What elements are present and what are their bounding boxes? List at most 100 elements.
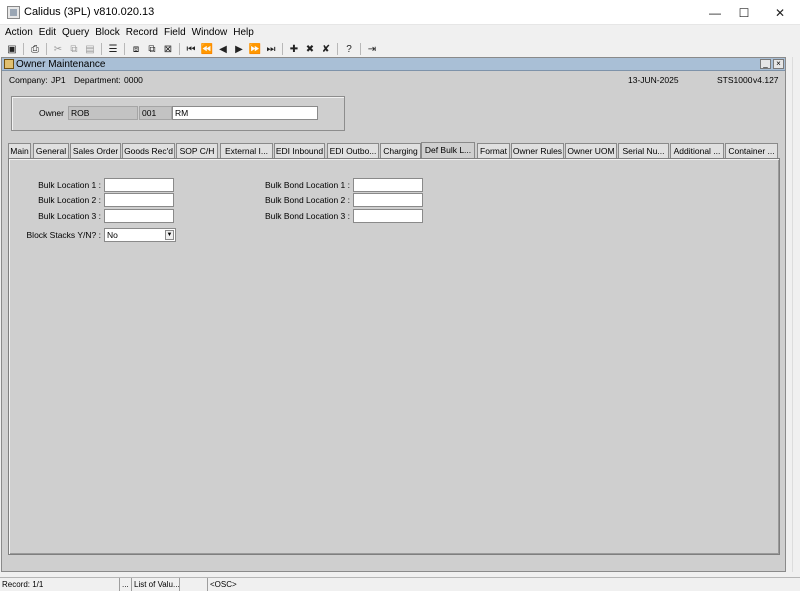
tab-sop-ch[interactable]: SOP C/H [176,143,218,158]
paste-icon[interactable]: ▤ [82,42,98,56]
tab-format[interactable]: Format [477,143,510,158]
toolbar-separator [360,43,361,55]
menu-record[interactable]: Record [124,25,160,41]
toolbar: ▣ ⎙ ✂ ⧉ ▤ ☰ ⧈ ⧉ ⊠ ⏮ ⏪ ◀ ▶ ⏩ ⏭ ✚ ✖ ✘ ? ⇥ [0,41,800,57]
department-label: Department: [74,75,121,85]
execute-query-icon[interactable]: ⧉ [144,42,160,56]
bulk-bond-location-2-label: Bulk Bond Location 2 : [264,195,350,205]
toolbar-separator [282,43,283,55]
previous-record-icon[interactable]: ◀ [215,42,231,56]
owner-code-field[interactable]: ROB [68,106,138,120]
bulk-bond-location-1-label: Bulk Bond Location 1 : [264,180,350,190]
enter-query-icon[interactable]: ⧈ [128,42,144,56]
block-stacks-label: Block Stacks Y/N? : [26,230,101,240]
tab-general[interactable]: General [33,143,69,158]
save-icon[interactable]: ▣ [4,42,20,56]
delete-record-icon[interactable]: ✖ [302,42,318,56]
toolbar-separator [179,43,180,55]
app-icon [7,6,20,19]
bulk-bond-location-3-label: Bulk Bond Location 3 : [264,211,350,221]
toolbar-separator [46,43,47,55]
block-stacks-value: No [107,230,118,240]
help-icon[interactable]: ? [341,42,357,56]
maximize-icon[interactable]: ☐ [727,0,761,25]
print-icon[interactable]: ⎙ [27,42,43,56]
bulk-bond-location-3-field[interactable] [353,209,423,223]
bulk-location-3-field[interactable] [104,209,174,223]
bulk-location-1-field[interactable] [104,178,174,192]
tab-owner-uom[interactable]: Owner UOM [565,143,617,158]
tab-strip: Main General Sales Order Goods Rec'd SOP… [8,142,780,158]
inner-minimize-icon[interactable]: _ [760,59,771,69]
tab-goods-recd[interactable]: Goods Rec'd [122,143,175,158]
menu-edit[interactable]: Edit [37,25,58,41]
copy-icon[interactable]: ⧉ [66,42,82,56]
last-record-icon[interactable]: ⏭ [263,42,279,56]
insert-record-icon[interactable]: ✚ [286,42,302,56]
inner-title-bar: Owner Maintenance _ × [2,58,785,71]
form-info-bar: Company: JP1 Department: 0000 13-JUN-202… [2,72,785,88]
toolbar-separator [23,43,24,55]
next-record-icon[interactable]: ▶ [231,42,247,56]
bulk-location-2-field[interactable] [104,193,174,207]
previous-set-icon[interactable]: ⏪ [199,42,215,56]
tab-sales-order[interactable]: Sales Order [70,143,121,158]
bulk-location-2-label: Bulk Location 2 : [38,195,101,205]
tab-external[interactable]: External I... [220,143,273,158]
tab-owner-rules[interactable]: Owner Rules [511,143,564,158]
menu-action[interactable]: Action [3,25,35,41]
form-title: Owner Maintenance [16,59,106,70]
bulk-location-1-label: Bulk Location 1 : [38,180,101,190]
company-value: JP1 [51,75,66,85]
tab-serial-numbers[interactable]: Serial Nu... [618,143,669,158]
osc-indicator: <OSC> [210,580,237,589]
list-of-values-indicator: List of Valu... [132,578,180,591]
cancel-query-icon[interactable]: ⊠ [160,42,176,56]
owner-number-field[interactable]: 001 [139,106,172,120]
def-bulk-location-panel: Bulk Location 1 : Bulk Location 2 : Bulk… [8,158,780,555]
record-indicator: Record: 1/1 [0,578,120,591]
toolbar-separator [337,43,338,55]
exit-icon[interactable]: ⇥ [364,42,380,56]
department-value: 0000 [124,75,143,85]
bulk-bond-location-1-field[interactable] [353,178,423,192]
owner-name-field[interactable]: RM [172,106,318,120]
toolbar-separator [101,43,102,55]
menu-block[interactable]: Block [93,25,121,41]
menu-field[interactable]: Field [162,25,188,41]
vertical-scrollbar[interactable] [792,57,800,572]
list-icon[interactable]: ☰ [105,42,121,56]
form-icon [4,59,14,69]
owner-label: Owner [38,108,64,118]
form-version: v4.127 [753,75,779,85]
tab-charging[interactable]: Charging [380,143,421,158]
tab-def-bulk-location[interactable]: Def Bulk L... [421,142,475,158]
next-set-icon[interactable]: ⏩ [247,42,263,56]
bulk-location-3-label: Bulk Location 3 : [38,211,101,221]
menu-bar: Action Edit Query Block Record Field Win… [0,25,800,41]
menu-query[interactable]: Query [60,25,91,41]
chevron-down-icon[interactable]: ▼ [165,230,174,240]
owner-header-box: Owner ROB 001 RM [11,96,345,131]
company-label: Company: [9,75,48,85]
first-record-icon[interactable]: ⏮ [183,42,199,56]
close-icon[interactable]: ✕ [763,0,797,25]
form-date: 13-JUN-2025 [628,75,679,85]
menu-window[interactable]: Window [190,25,230,41]
owner-maintenance-window: Owner Maintenance _ × Company: JP1 Depar… [1,57,786,572]
tab-container[interactable]: Container ... [725,143,778,158]
bulk-bond-location-2-field[interactable] [353,193,423,207]
block-stacks-select[interactable]: No ▼ [104,228,176,242]
status-blank [180,578,208,591]
cut-icon[interactable]: ✂ [50,42,66,56]
tab-additional[interactable]: Additional ... [670,143,724,158]
tab-edi-outbound[interactable]: EDI Outbo... [327,143,379,158]
tab-edi-inbound[interactable]: EDI Inbound [274,143,325,158]
clear-record-icon[interactable]: ✘ [318,42,334,56]
menu-help[interactable]: Help [231,25,256,41]
form-id: STS1000 [717,75,753,85]
status-ellipsis: ... [120,578,132,591]
status-bar: Record: 1/1 ... List of Valu... <OSC> [0,577,800,591]
tab-main[interactable]: Main [8,143,31,158]
inner-close-icon[interactable]: × [773,59,784,69]
